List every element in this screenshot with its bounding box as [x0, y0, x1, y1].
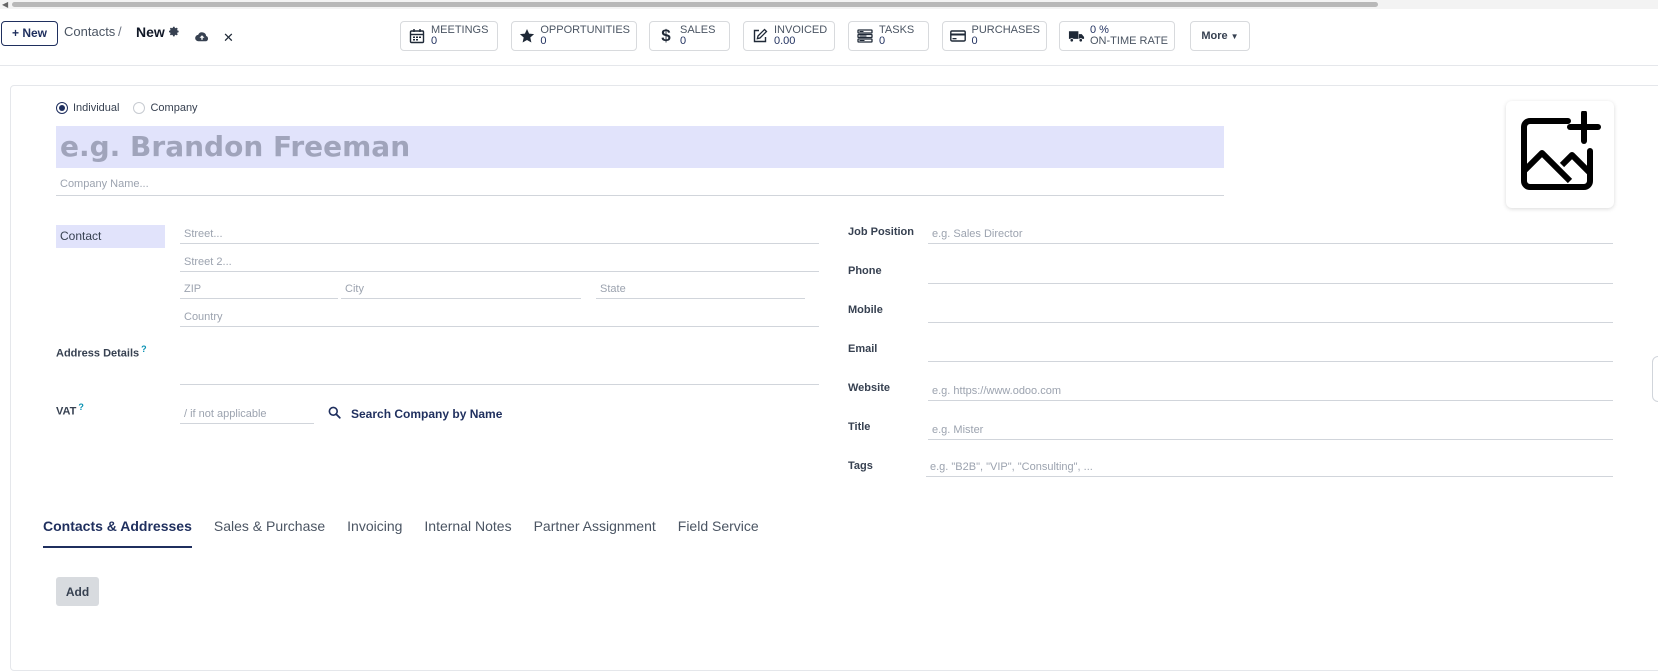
email-input[interactable]: [928, 344, 1613, 362]
zip-input[interactable]: ZIP: [180, 281, 338, 299]
title-label: Title: [848, 421, 871, 433]
breadcrumb-current: New: [136, 24, 165, 40]
help-icon[interactable]: ?: [141, 344, 147, 354]
radio-individual[interactable]: [56, 102, 68, 114]
control-panel: + New Contacts / New ✕ MEETINGS 0 OPPORTU…: [0, 9, 1658, 66]
caret-down-icon: ▼: [1230, 31, 1239, 41]
address-type-select[interactable]: Contact: [56, 225, 165, 248]
tab-field-service[interactable]: Field Service: [678, 518, 759, 548]
vat-input[interactable]: / if not applicable: [180, 406, 314, 424]
more-label: More: [1201, 30, 1228, 42]
smart-button-opportunities[interactable]: OPPORTUNITIES 0: [511, 21, 637, 51]
dollar-icon: $: [661, 26, 671, 45]
company-name-input[interactable]: Company Name...: [56, 178, 1224, 196]
image-upload-button[interactable]: [1506, 101, 1614, 208]
smart-button-sales[interactable]: $ SALES 0: [649, 21, 730, 51]
website-input[interactable]: e.g. https://www.odoo.com: [928, 383, 1613, 401]
name-input[interactable]: e.g. Brandon Freeman: [56, 126, 1224, 168]
add-image-icon: [1518, 110, 1602, 198]
calendar-icon: [407, 28, 427, 44]
job-position-label: Job Position: [848, 226, 914, 238]
street2-input[interactable]: Street 2...: [180, 254, 819, 272]
on-time-rate-label: ON-TIME RATE: [1090, 35, 1169, 47]
tab-invoicing[interactable]: Invoicing: [347, 518, 402, 548]
breadcrumb-contacts[interactable]: Contacts: [64, 24, 115, 39]
tasks-count: 0: [879, 35, 886, 47]
address-details-label: Address Details?: [56, 344, 147, 360]
radio-individual-label[interactable]: Individual: [73, 102, 119, 114]
phone-label: Phone: [848, 265, 882, 277]
tab-internal-notes[interactable]: Internal Notes: [424, 518, 511, 548]
credit-card-icon: [949, 28, 968, 44]
breadcrumb-separator: /: [118, 24, 122, 39]
side-panel-handle[interactable]: [1652, 356, 1658, 402]
search-company-label: Search Company by Name: [351, 407, 503, 421]
star-icon: [518, 28, 536, 44]
opportunities-label: OPPORTUNITIES: [540, 24, 630, 36]
horizontal-scrollbar[interactable]: ◀: [0, 0, 1658, 9]
meetings-count: 0: [431, 35, 438, 47]
notebook-tabs: Contacts & Addresses Sales & Purchase In…: [43, 518, 781, 548]
tab-contacts-addresses[interactable]: Contacts & Addresses: [43, 518, 192, 548]
country-input[interactable]: Country: [180, 309, 819, 327]
sales-count: 0: [680, 35, 687, 47]
smart-button-meetings[interactable]: MEETINGS 0: [400, 21, 498, 51]
radio-company[interactable]: [133, 102, 146, 114]
invoiced-amount: 0.00: [774, 35, 796, 47]
search-icon: [328, 406, 347, 422]
tasks-icon: [855, 28, 875, 44]
mobile-input[interactable]: [928, 305, 1613, 323]
email-label: Email: [848, 343, 878, 355]
help-icon[interactable]: ?: [78, 402, 84, 412]
job-position-input[interactable]: e.g. Sales Director: [928, 226, 1613, 244]
city-input[interactable]: City: [341, 281, 581, 299]
vat-label: VAT?: [56, 402, 84, 418]
meetings-label: MEETINGS: [431, 24, 489, 36]
discard-close-icon[interactable]: ✕: [223, 30, 234, 46]
smart-button-on-time-rate[interactable]: 0 % ON-TIME RATE: [1059, 21, 1175, 51]
street-input[interactable]: Street...: [180, 226, 819, 244]
scroll-left-icon[interactable]: ◀: [2, 0, 8, 9]
scrollbar-thumb[interactable]: [12, 2, 1378, 7]
new-button[interactable]: + New: [1, 21, 59, 46]
opportunities-count: 0: [540, 35, 547, 47]
website-label: Website: [848, 382, 890, 394]
smart-button-tasks[interactable]: TASKS 0: [848, 21, 929, 51]
gear-icon[interactable]: [169, 26, 180, 40]
state-input[interactable]: State: [596, 281, 805, 299]
tab-sales-purchase[interactable]: Sales & Purchase: [214, 518, 325, 548]
smart-button-invoiced[interactable]: INVOICED 0.00: [743, 21, 835, 51]
purchases-count: 0: [971, 35, 978, 47]
mobile-label: Mobile: [848, 304, 883, 316]
pencil-square-icon: [750, 28, 770, 44]
tags-label: Tags: [848, 460, 873, 472]
search-company-button[interactable]: Search Company by Name: [328, 406, 502, 422]
radio-company-label[interactable]: Company: [150, 102, 197, 114]
title-input[interactable]: e.g. Mister: [928, 422, 1613, 440]
address-details-input[interactable]: [180, 367, 819, 385]
add-contact-button[interactable]: Add: [56, 577, 99, 606]
company-type-radio: Individual Company: [56, 102, 198, 114]
cloud-upload-icon[interactable]: [195, 31, 209, 45]
tags-input[interactable]: e.g. "B2B", "VIP", "Consulting", ...: [926, 459, 1613, 477]
smart-button-purchases[interactable]: PURCHASES 0: [942, 21, 1047, 51]
phone-input[interactable]: [928, 266, 1613, 284]
more-dropdown-button[interactable]: More ▼: [1190, 21, 1250, 51]
truck-icon: [1066, 29, 1086, 43]
purchases-label: PURCHASES: [971, 24, 1040, 36]
tab-partner-assignment[interactable]: Partner Assignment: [534, 518, 656, 548]
